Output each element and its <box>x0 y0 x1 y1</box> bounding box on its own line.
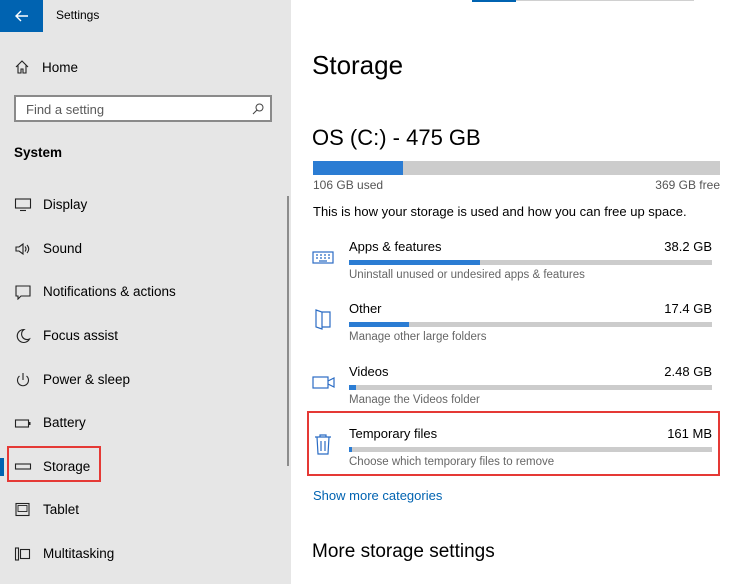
video-icon <box>312 376 335 389</box>
sidebar-item-tablet[interactable]: Tablet <box>0 492 288 528</box>
storage-description: This is how your storage is used and how… <box>313 204 687 219</box>
sidebar-item-label: Sound <box>43 241 83 256</box>
sidebar: Settings Home Find a setting System Disp… <box>0 0 291 584</box>
sidebar-item-label: Multitasking <box>43 546 115 561</box>
sidebar-item-label: Power & sleep <box>43 372 131 387</box>
tablet-icon <box>15 502 30 517</box>
drive-usage-fill <box>313 161 403 175</box>
sidebar-item-multitasking[interactable]: Multitasking <box>0 536 288 572</box>
monitor-icon <box>14 198 32 212</box>
sidebar-item-label: Notifications & actions <box>43 284 176 299</box>
category-size: 2.48 GB <box>664 364 712 379</box>
show-more-categories-link[interactable]: Show more categories <box>313 488 442 503</box>
section-heading: System <box>14 145 63 160</box>
battery-icon <box>14 419 31 428</box>
category-name: Other <box>349 301 382 316</box>
app-title: Settings <box>56 8 100 22</box>
category-usage-fill <box>349 322 409 327</box>
category-usage-fill <box>349 385 357 390</box>
home-icon <box>15 60 29 74</box>
search-icon[interactable] <box>252 103 264 115</box>
folder-icon <box>315 309 331 330</box>
drive-title: OS (C:) - 475 GB <box>312 125 481 150</box>
category-name: Videos <box>349 364 389 379</box>
sidebar-item-sound[interactable]: Sound <box>0 231 288 267</box>
home-label: Home <box>42 59 79 75</box>
multitasking-icon <box>14 547 31 561</box>
category-subtitle: Manage other large folders <box>349 331 487 343</box>
drive-free-label: 369 GB free <box>655 178 720 192</box>
sidebar-item-power-sleep[interactable]: Power & sleep <box>0 362 288 398</box>
sidebar-item-notifications[interactable]: Notifications & actions <box>0 274 288 310</box>
sidebar-scrollbar[interactable] <box>287 196 289 466</box>
sidebar-item-label: Tablet <box>43 502 80 517</box>
sidebar-item-label: Display <box>43 197 88 212</box>
category-size: 17.4 GB <box>664 301 712 316</box>
power-icon <box>17 373 29 387</box>
category-usage-bar <box>349 385 712 390</box>
sidebar-item-battery[interactable]: Battery <box>0 405 288 441</box>
search-input[interactable]: Find a setting <box>14 95 272 122</box>
drive-usage-bar[interactable] <box>313 161 720 175</box>
more-storage-settings-heading: More storage settings <box>312 541 495 562</box>
keyboard-icon <box>312 251 334 264</box>
drive-used-label: 106 GB used <box>313 178 384 192</box>
category-apps-features[interactable]: Apps & features 38.2 GB Uninstall unused… <box>312 239 712 289</box>
sidebar-item-label: Battery <box>43 415 86 430</box>
category-subtitle: Manage the Videos folder <box>349 394 480 406</box>
category-other[interactable]: Other 17.4 GB Manage other large folders <box>312 301 712 351</box>
speaker-icon <box>15 242 30 256</box>
back-arrow-icon <box>14 10 28 22</box>
storage-highlight-box <box>7 446 101 482</box>
category-subtitle: Uninstall unused or undesired apps & fea… <box>349 269 585 281</box>
sidebar-item-focus-assist[interactable]: Focus assist <box>0 318 288 354</box>
moon-icon <box>16 328 31 343</box>
sidebar-item-display[interactable]: Display <box>0 187 288 223</box>
back-button[interactable] <box>0 0 43 32</box>
top-tab-indicator <box>472 0 516 2</box>
category-size: 38.2 GB <box>664 239 712 254</box>
sidebar-item-label: Focus assist <box>43 328 119 343</box>
search-placeholder: Find a setting <box>26 102 105 117</box>
home-nav-item[interactable]: Home <box>14 57 78 77</box>
category-usage-fill <box>349 260 480 265</box>
category-videos[interactable]: Videos 2.48 GB Manage the Videos folder <box>312 364 712 414</box>
category-name: Apps & features <box>349 239 442 254</box>
top-tab-track <box>516 0 694 1</box>
temporary-files-highlight-box <box>307 411 720 476</box>
category-usage-bar <box>349 260 712 265</box>
page-title: Storage <box>312 50 404 80</box>
notification-icon <box>15 285 31 300</box>
category-usage-bar <box>349 322 712 327</box>
